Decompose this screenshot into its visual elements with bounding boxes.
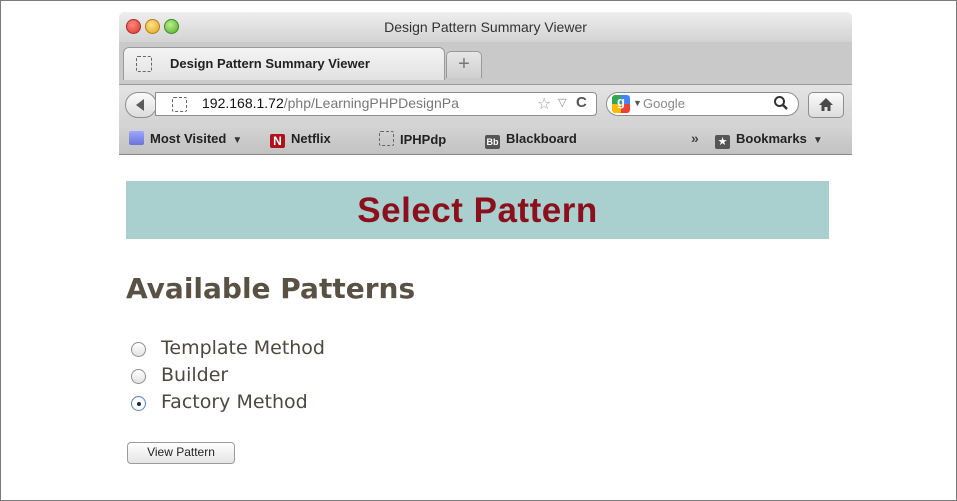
bookmark-label: IPHPdp <box>400 132 447 147</box>
page-icon <box>136 56 152 72</box>
search-placeholder: Google <box>643 96 685 111</box>
url-path: /php/LearningPHPDesignPa <box>283 95 459 111</box>
option-label[interactable]: Template Method <box>161 337 325 359</box>
title-bar: Design Pattern Summary Viewer <box>119 12 852 42</box>
bookmarks-menu[interactable]: ★ Bookmarks ▼ <box>715 131 823 149</box>
option-label[interactable]: Builder <box>161 364 228 386</box>
search-bar[interactable]: ▼ Google <box>606 92 799 116</box>
bookmarks-toolbar: Most Visited ▼ N Netflix IPHPdp Bb Blackboa… <box>119 124 852 155</box>
bookmark-label: Blackboard <box>506 131 577 146</box>
bookmarks-menu-label: Bookmarks <box>736 131 807 146</box>
chevron-down-icon: ▼ <box>232 135 243 146</box>
bookmark-star-icon[interactable]: ☆ <box>537 94 551 114</box>
back-button[interactable] <box>125 92 157 118</box>
back-arrow-icon <box>136 99 144 111</box>
address-bar[interactable]: 192.168.1.72/php/LearningPHPDesignPa ☆ ▽… <box>155 92 597 116</box>
home-button[interactable] <box>808 92 844 118</box>
tab-bar: Design Pattern Summary Viewer + <box>119 42 852 85</box>
header-banner: Select Pattern <box>126 181 829 239</box>
tab-label: Design Pattern Summary Viewer <box>170 56 370 71</box>
section-heading: Available Patterns <box>126 272 416 305</box>
chevron-down-icon: ▼ <box>812 135 823 146</box>
history-dropdown-icon[interactable]: ▽ <box>558 96 566 109</box>
bookmark-blackboard[interactable]: Bb Blackboard <box>485 131 577 149</box>
bookmark-netflix[interactable]: N Netflix <box>270 131 331 148</box>
star-icon: ★ <box>715 135 730 149</box>
reload-icon[interactable]: C <box>576 94 587 111</box>
radio-builder[interactable] <box>131 369 146 384</box>
engine-dropdown-icon[interactable]: ▼ <box>633 98 642 108</box>
site-identity-icon[interactable] <box>172 97 187 112</box>
url-host: 192.168.1.72 <box>202 95 284 111</box>
netflix-icon: N <box>270 134 285 148</box>
blackboard-icon: Bb <box>485 135 500 149</box>
home-icon <box>819 98 833 111</box>
search-icon[interactable] <box>773 95 789 111</box>
navigation-toolbar: 192.168.1.72/php/LearningPHPDesignPa ☆ ▽… <box>119 85 852 124</box>
tab-design-pattern-viewer[interactable]: Design Pattern Summary Viewer <box>123 47 445 80</box>
radio-template-method[interactable] <box>131 342 146 357</box>
radio-factory-method[interactable] <box>131 396 146 411</box>
url-text[interactable]: 192.168.1.72/php/LearningPHPDesignPa <box>202 95 532 111</box>
new-tab-button[interactable]: + <box>446 51 482 78</box>
bookmark-label: Netflix <box>291 131 331 146</box>
bookmark-label: Most Visited <box>150 131 227 146</box>
bookmark-iphpdp[interactable]: IPHPdp <box>379 131 446 147</box>
page-title: Select Pattern <box>357 191 598 230</box>
bookmark-most-visited[interactable]: Most Visited ▼ <box>129 131 242 146</box>
browser-window: Design Pattern Summary Viewer Design Pat… <box>119 12 852 155</box>
page-icon <box>379 131 394 146</box>
view-pattern-button[interactable]: View Pattern <box>127 442 235 464</box>
folder-icon <box>129 131 144 145</box>
window-title: Design Pattern Summary Viewer <box>384 19 587 35</box>
option-label[interactable]: Factory Method <box>161 391 308 413</box>
chevron-more-icon[interactable]: » <box>691 130 699 146</box>
google-icon[interactable] <box>612 94 630 113</box>
